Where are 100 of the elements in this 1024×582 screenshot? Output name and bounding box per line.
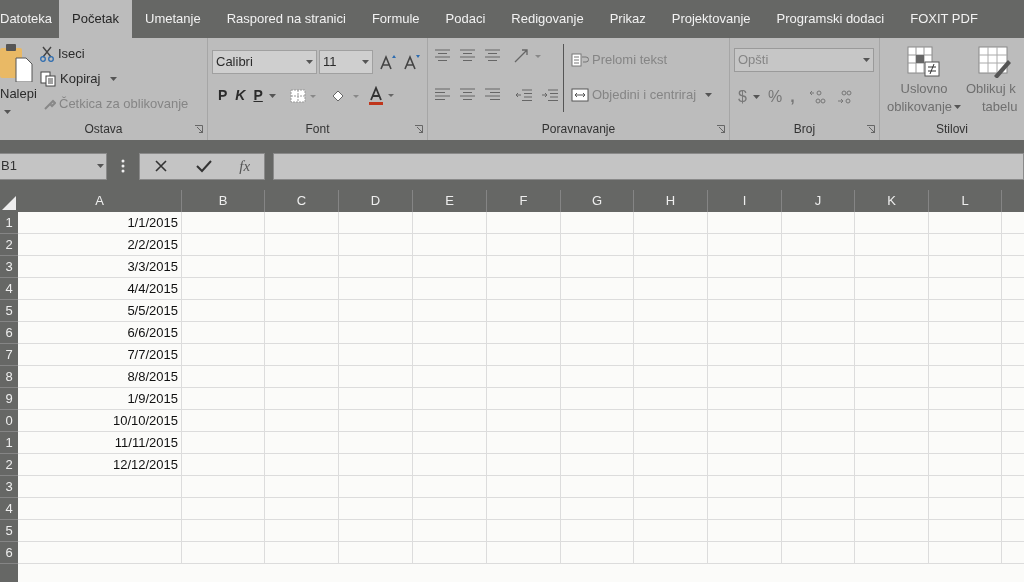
ribbon-tab[interactable]: Redigovanje [498, 0, 597, 38]
table-cell[interactable] [413, 278, 487, 300]
table-cell[interactable]: 11/11/2015 [18, 432, 182, 454]
table-cell[interactable] [413, 300, 487, 322]
row-header[interactable]: 4 [0, 498, 18, 520]
column-header[interactable]: H [634, 190, 708, 212]
table-cell[interactable] [782, 212, 855, 234]
bold-button[interactable]: P [218, 85, 228, 106]
table-cell[interactable] [487, 300, 561, 322]
table-cell[interactable] [265, 212, 339, 234]
caret-icon[interactable] [752, 95, 760, 99]
table-cell[interactable] [265, 322, 339, 344]
table-cell[interactable] [18, 498, 182, 520]
caret-icon[interactable] [954, 105, 961, 109]
row-header[interactable]: 9 [0, 388, 18, 410]
row-header[interactable]: 4 [0, 278, 18, 300]
align-bottom-icon[interactable] [484, 48, 501, 64]
font-name-dropdown[interactable]: Calibri [212, 50, 317, 74]
increase-decimal-icon[interactable] [808, 89, 827, 105]
row-header[interactable] [0, 564, 18, 582]
row-header[interactable]: 1 [0, 212, 18, 234]
row-header[interactable]: 2 [0, 234, 18, 256]
table-cell[interactable]: 2/2/2015 [18, 234, 182, 256]
table-cell[interactable] [18, 520, 182, 542]
table-cell[interactable]: 8/8/2015 [18, 366, 182, 388]
table-cell[interactable] [782, 322, 855, 344]
row-header[interactable]: 2 [0, 454, 18, 476]
table-cell[interactable] [634, 344, 708, 366]
table-cell[interactable] [855, 256, 929, 278]
table-cell[interactable] [634, 366, 708, 388]
table-cell[interactable] [413, 212, 487, 234]
table-cell[interactable] [782, 344, 855, 366]
table-cell[interactable] [339, 476, 413, 498]
table-cell[interactable] [708, 212, 782, 234]
table-cell[interactable] [855, 344, 929, 366]
table-cell[interactable] [929, 388, 1002, 410]
table-cell[interactable] [782, 278, 855, 300]
table-cell[interactable]: 5/5/2015 [18, 300, 182, 322]
table-cell[interactable]: 3/3/2015 [18, 256, 182, 278]
column-header[interactable]: B [182, 190, 265, 212]
table-cell[interactable] [855, 366, 929, 388]
table-cell[interactable] [561, 256, 634, 278]
table-cell[interactable] [487, 344, 561, 366]
table-cell[interactable] [265, 300, 339, 322]
conditional-formatting-icon[interactable] [907, 46, 941, 78]
ribbon-tab[interactable]: Formule [358, 0, 433, 38]
orientation-icon[interactable] [513, 48, 543, 64]
table-cell[interactable] [855, 278, 929, 300]
table-cell[interactable] [855, 454, 929, 476]
table-cell[interactable] [487, 212, 561, 234]
table-cell[interactable] [855, 520, 929, 542]
table-cell[interactable] [561, 454, 634, 476]
table-cell[interactable] [182, 520, 265, 542]
table-cell[interactable] [855, 234, 929, 256]
align-left-icon[interactable] [434, 87, 451, 103]
table-cell[interactable] [929, 256, 1002, 278]
table-cell[interactable] [634, 212, 708, 234]
table-cell[interactable] [929, 234, 1002, 256]
table-cell[interactable] [265, 476, 339, 498]
table-cell[interactable] [782, 234, 855, 256]
table-cell[interactable] [708, 234, 782, 256]
table-cell[interactable] [708, 344, 782, 366]
table-cell[interactable] [487, 498, 561, 520]
table-cell[interactable] [182, 234, 265, 256]
table-cell[interactable] [265, 278, 339, 300]
table-cell[interactable] [265, 542, 339, 564]
ribbon-tab[interactable]: Umetanje [132, 0, 214, 38]
table-cell[interactable] [339, 344, 413, 366]
table-cell[interactable] [708, 388, 782, 410]
row-header[interactable]: 3 [0, 256, 18, 278]
table-cell[interactable] [561, 212, 634, 234]
table-cell[interactable] [182, 344, 265, 366]
table-cell[interactable] [413, 432, 487, 454]
table-cell[interactable] [561, 498, 634, 520]
align-top-icon[interactable] [434, 48, 451, 64]
column-header[interactable]: D [339, 190, 413, 212]
table-cell[interactable] [708, 432, 782, 454]
font-color-icon[interactable] [367, 85, 396, 106]
table-cell[interactable]: 1/1/2015 [18, 212, 182, 234]
table-cell[interactable] [634, 278, 708, 300]
table-cell[interactable] [708, 300, 782, 322]
table-cell[interactable] [561, 344, 634, 366]
table-cell[interactable] [561, 410, 634, 432]
row-header[interactable]: 7 [0, 344, 18, 366]
table-cell[interactable] [182, 366, 265, 388]
table-cell[interactable] [339, 388, 413, 410]
table-cell[interactable] [339, 542, 413, 564]
table-cell[interactable] [561, 322, 634, 344]
caret-icon[interactable] [110, 76, 118, 81]
table-cell[interactable] [782, 388, 855, 410]
table-cell[interactable] [561, 366, 634, 388]
table-cell[interactable] [487, 366, 561, 388]
table-cell[interactable]: 7/7/2015 [18, 344, 182, 366]
enter-icon[interactable] [195, 159, 212, 173]
caret-icon[interactable] [268, 93, 276, 98]
table-cell[interactable] [413, 256, 487, 278]
table-cell[interactable] [782, 432, 855, 454]
table-cell[interactable] [339, 432, 413, 454]
table-cell[interactable] [487, 542, 561, 564]
table-cell[interactable] [561, 432, 634, 454]
